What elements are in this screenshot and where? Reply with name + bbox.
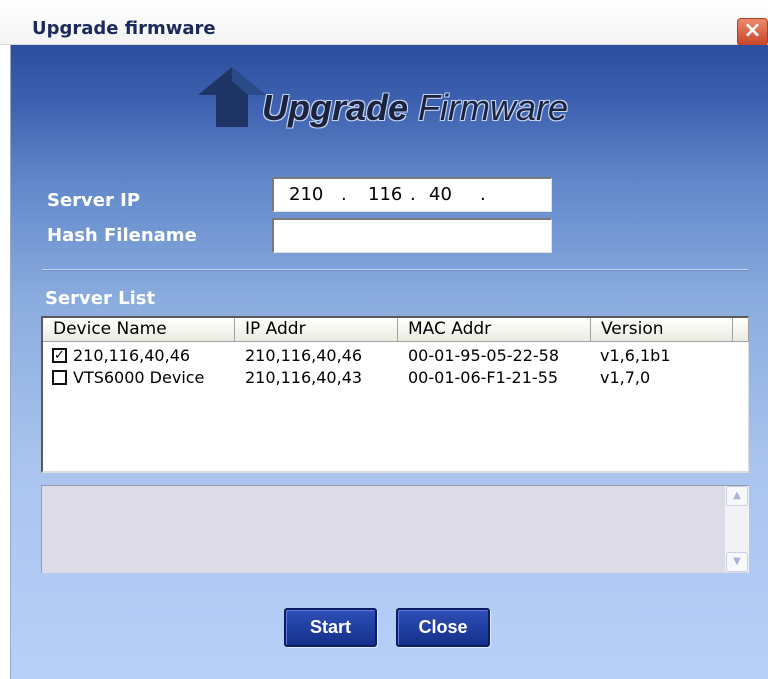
- header-title-bold: Upgrade: [262, 87, 409, 128]
- header-banner: Upgrade Firmware: [11, 45, 768, 163]
- title-bar[interactable]: Upgrade firmware ×: [0, 0, 768, 46]
- device-name-cell: VTS6000 Device: [73, 368, 205, 387]
- list-header: Device Name IP Addr MAC Addr Version: [43, 318, 749, 342]
- column-mac-addr[interactable]: MAC Addr: [398, 318, 591, 342]
- server-list-label: Server List: [45, 288, 156, 309]
- ip-separator-3: .: [480, 184, 486, 205]
- close-window-button[interactable]: ×: [737, 18, 768, 46]
- ip-addr-cell: 210,116,40,46: [245, 346, 363, 365]
- server-ip-label: Server IP: [47, 190, 141, 211]
- hash-filename-input[interactable]: [272, 218, 552, 253]
- ip-octet-2[interactable]: 116: [368, 184, 402, 205]
- column-ip-addr[interactable]: IP Addr: [235, 318, 398, 342]
- device-name-cell: 210,116,40,46: [73, 346, 191, 365]
- log-output-box[interactable]: ▲ ▼: [41, 485, 749, 573]
- chevron-down-icon: ▼: [733, 556, 741, 567]
- header-title-regular: Firmware: [408, 87, 569, 128]
- table-row[interactable]: VTS6000 Device 210,116,40,43 00-01-06-F1…: [43, 366, 749, 390]
- ip-addr-cell: 210,116,40,43: [245, 368, 363, 387]
- ip-separator-1: .: [341, 184, 347, 205]
- mac-addr-cell: 00-01-95-05-22-58: [408, 346, 560, 365]
- close-button[interactable]: Close: [396, 608, 490, 647]
- section-divider: [42, 269, 748, 271]
- server-list[interactable]: Device Name IP Addr MAC Addr Version ✓ 2…: [41, 316, 749, 473]
- log-scrollbar[interactable]: ▲ ▼: [725, 486, 749, 572]
- window-title: Upgrade firmware: [32, 18, 216, 39]
- column-version[interactable]: Version: [591, 318, 733, 342]
- hash-filename-label: Hash Filename: [47, 225, 197, 246]
- version-cell: v1,6,1b1: [600, 346, 671, 365]
- chevron-up-icon: ▲: [733, 490, 741, 501]
- table-row[interactable]: ✓ 210,116,40,46 210,116,40,46 00-01-95-0…: [43, 344, 749, 368]
- ip-octet-1[interactable]: 210: [289, 184, 323, 205]
- scroll-down-button[interactable]: ▼: [726, 552, 748, 572]
- scroll-up-button[interactable]: ▲: [726, 486, 748, 506]
- server-ip-input[interactable]: 210 . 116 . 40 .: [272, 177, 552, 212]
- ip-separator-2: .: [410, 184, 416, 205]
- row-checkbox[interactable]: ✓: [52, 348, 67, 363]
- close-icon: ×: [743, 18, 762, 43]
- mac-addr-cell: 00-01-06-F1-21-55: [408, 368, 559, 387]
- start-button[interactable]: Start: [284, 608, 377, 647]
- dialog-body: Upgrade Firmware Server IP 210 . 116 . 4…: [10, 45, 768, 679]
- column-device-name[interactable]: Device Name: [43, 318, 235, 342]
- up-arrow-icon: [198, 67, 266, 127]
- row-checkbox[interactable]: [52, 370, 67, 385]
- column-filler: [733, 318, 749, 342]
- ip-octet-3[interactable]: 40: [429, 184, 452, 205]
- upgrade-firmware-window: Upgrade firmware × Upgrade Firmware Serv…: [0, 0, 768, 679]
- version-cell: v1,7,0: [600, 368, 651, 387]
- header-title: Upgrade Firmware: [262, 87, 568, 129]
